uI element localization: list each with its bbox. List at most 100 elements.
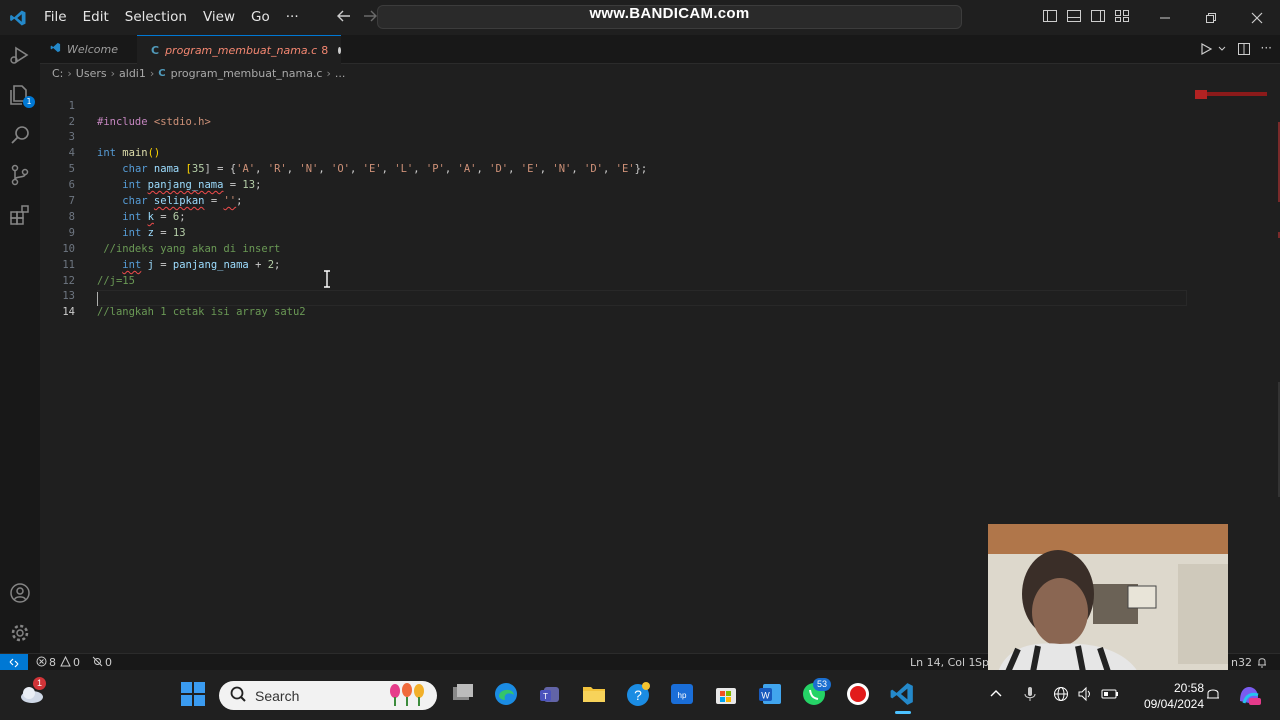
menu-more[interactable]: ··· — [278, 0, 307, 35]
code-line: 2 — [40, 98, 1190, 128]
explorer-badge: 1 — [23, 96, 35, 108]
remote-indicator-icon[interactable] — [0, 654, 28, 671]
menu-file[interactable]: File — [36, 0, 75, 35]
volume-icon[interactable] — [1077, 686, 1103, 712]
vscode-taskbar-icon[interactable] — [889, 681, 915, 714]
myhp-icon[interactable]: hp — [669, 681, 695, 707]
c-file-icon: C — [158, 67, 166, 79]
network-globe-icon[interactable] — [1053, 686, 1079, 712]
activity-bar: 1 — [0, 35, 40, 653]
breadcrumb-file[interactable]: program_membuat_nama.c — [171, 67, 323, 80]
error-circle-icon[interactable] — [36, 656, 47, 670]
tab-program-membuat-nama[interactable]: C program_membuat_nama.c 8 — [137, 35, 341, 64]
menu-view[interactable]: View — [195, 0, 243, 35]
file-explorer-icon[interactable] — [581, 681, 607, 707]
chevron-up-icon[interactable] — [988, 686, 1014, 712]
ibeam-cursor-icon — [322, 270, 332, 292]
breadcrumb-users[interactable]: Users — [76, 67, 107, 80]
ports-count[interactable]: 0 — [105, 656, 112, 669]
editor-scrollbar[interactable] — [1268, 82, 1280, 653]
teams-icon[interactable]: T — [537, 681, 563, 707]
tab-actions: ··· — [1199, 41, 1272, 60]
breadcrumb: C: › Users › aldi1 › C program_membuat_n… — [40, 64, 345, 82]
search-label: Search — [255, 687, 300, 704]
taskbar-search[interactable]: Search — [219, 681, 437, 710]
extensions-icon[interactable] — [8, 203, 32, 227]
toggle-primary-sidebar-icon[interactable] — [1042, 8, 1058, 24]
back-arrow-icon[interactable] — [331, 8, 357, 28]
error-count[interactable]: 8 — [49, 656, 56, 669]
get-help-icon[interactable]: ? — [625, 681, 651, 707]
whatsapp-icon[interactable]: 53 — [801, 678, 831, 707]
tab-active-label: program_membuat_nama.c — [165, 43, 318, 57]
run-file-icon[interactable] — [1199, 41, 1213, 60]
edge-browser-icon[interactable] — [493, 681, 519, 707]
ports-icon[interactable] — [92, 656, 103, 670]
text-cursor — [97, 292, 98, 306]
more-actions-icon[interactable]: ··· — [1261, 41, 1272, 60]
manage-gear-icon[interactable] — [8, 621, 32, 645]
account-icon[interactable] — [8, 581, 32, 605]
search-magnifier-icon — [229, 685, 247, 707]
editor-tabs: Welcome C program_membuat_nama.c 8 ··· — [40, 35, 1280, 64]
source-control-icon[interactable] — [8, 163, 32, 187]
notification-center-icon[interactable] — [1206, 687, 1232, 713]
code-line: 11 //j=15 — [40, 241, 1190, 287]
c-file-icon: C — [151, 43, 160, 57]
warning-count[interactable]: 0 — [73, 656, 80, 669]
code-line: 4 char nama [35] = {'A', 'R', 'N', 'O', … — [40, 129, 1190, 175]
vscode-logo-icon — [0, 0, 36, 35]
search-icon[interactable] — [8, 123, 32, 147]
active-app-indicator — [895, 711, 911, 714]
warning-icon[interactable] — [60, 655, 71, 670]
code-line: 5 int panjang_nama = 13; — [40, 145, 1190, 191]
toggle-secondary-sidebar-icon[interactable] — [1090, 8, 1106, 24]
toggle-panel-icon[interactable] — [1066, 8, 1082, 24]
menu-go[interactable]: Go — [243, 0, 278, 35]
layout-controls — [1042, 8, 1130, 24]
breadcrumb-user[interactable]: aldi1 — [119, 67, 146, 80]
explorer-icon[interactable]: 1 — [8, 83, 35, 108]
menu-selection[interactable]: Selection — [117, 0, 195, 35]
clock-date: 09/04/2024 — [1143, 697, 1204, 711]
close-icon[interactable] — [1234, 0, 1280, 35]
run-debug-icon[interactable] — [8, 43, 32, 67]
breadcrumb-chevron-icon: › — [67, 66, 72, 80]
bandicam-record-icon[interactable] — [845, 681, 871, 707]
weather-widget-icon[interactable]: 1 — [18, 677, 46, 705]
microsoft-store-icon[interactable] — [713, 681, 739, 707]
minimize-icon[interactable] — [1142, 0, 1188, 35]
tab-welcome-label: Welcome — [67, 42, 118, 56]
code-line: 10 int j = panjang_nama + 2; — [40, 225, 1190, 271]
code-line: 3 int main() — [40, 113, 1190, 159]
cursor-position[interactable]: Ln 14, Col 1 — [910, 656, 976, 669]
bandicam-watermark: www.BANDICAM.com — [589, 5, 750, 22]
code-line: 8 int z = 13 — [40, 193, 1190, 239]
menu-edit[interactable]: Edit — [75, 0, 117, 35]
microphone-icon[interactable] — [1022, 686, 1048, 712]
windows-start-icon[interactable] — [180, 681, 206, 707]
chevron-down-icon[interactable] — [1217, 41, 1227, 60]
breadcrumb-chevron-icon: › — [326, 66, 331, 80]
tab-welcome[interactable]: Welcome — [40, 35, 146, 63]
webcam-overlay — [988, 524, 1228, 672]
restore-icon[interactable] — [1188, 0, 1234, 35]
token: //langkah 1 cetak isi array satu2 — [97, 306, 306, 318]
system-clock[interactable]: 20:58 09/04/2024 — [1128, 680, 1204, 712]
command-center-search[interactable]: www.BANDICAM.com — [377, 5, 962, 29]
word-icon[interactable]: W — [757, 681, 783, 707]
breadcrumb-drive[interactable]: C: — [52, 67, 63, 80]
weather-badge: 1 — [33, 677, 46, 690]
platform-partial[interactable]: n32 — [1231, 656, 1252, 669]
breadcrumb-ellipsis[interactable]: ... — [335, 67, 346, 80]
unsaved-dot-icon[interactable] — [338, 46, 341, 54]
notifications-bell-icon[interactable] — [1256, 656, 1268, 671]
copilot-icon[interactable] — [1236, 683, 1262, 709]
code-line: 7 int k = 6; — [40, 177, 1190, 223]
customize-layout-icon[interactable] — [1114, 8, 1130, 24]
indentation-partial[interactable]: Sp — [975, 656, 989, 669]
battery-icon[interactable] — [1101, 686, 1127, 712]
svg-text:T: T — [543, 692, 548, 701]
task-view-icon[interactable] — [450, 681, 476, 707]
split-editor-icon[interactable] — [1237, 41, 1251, 60]
